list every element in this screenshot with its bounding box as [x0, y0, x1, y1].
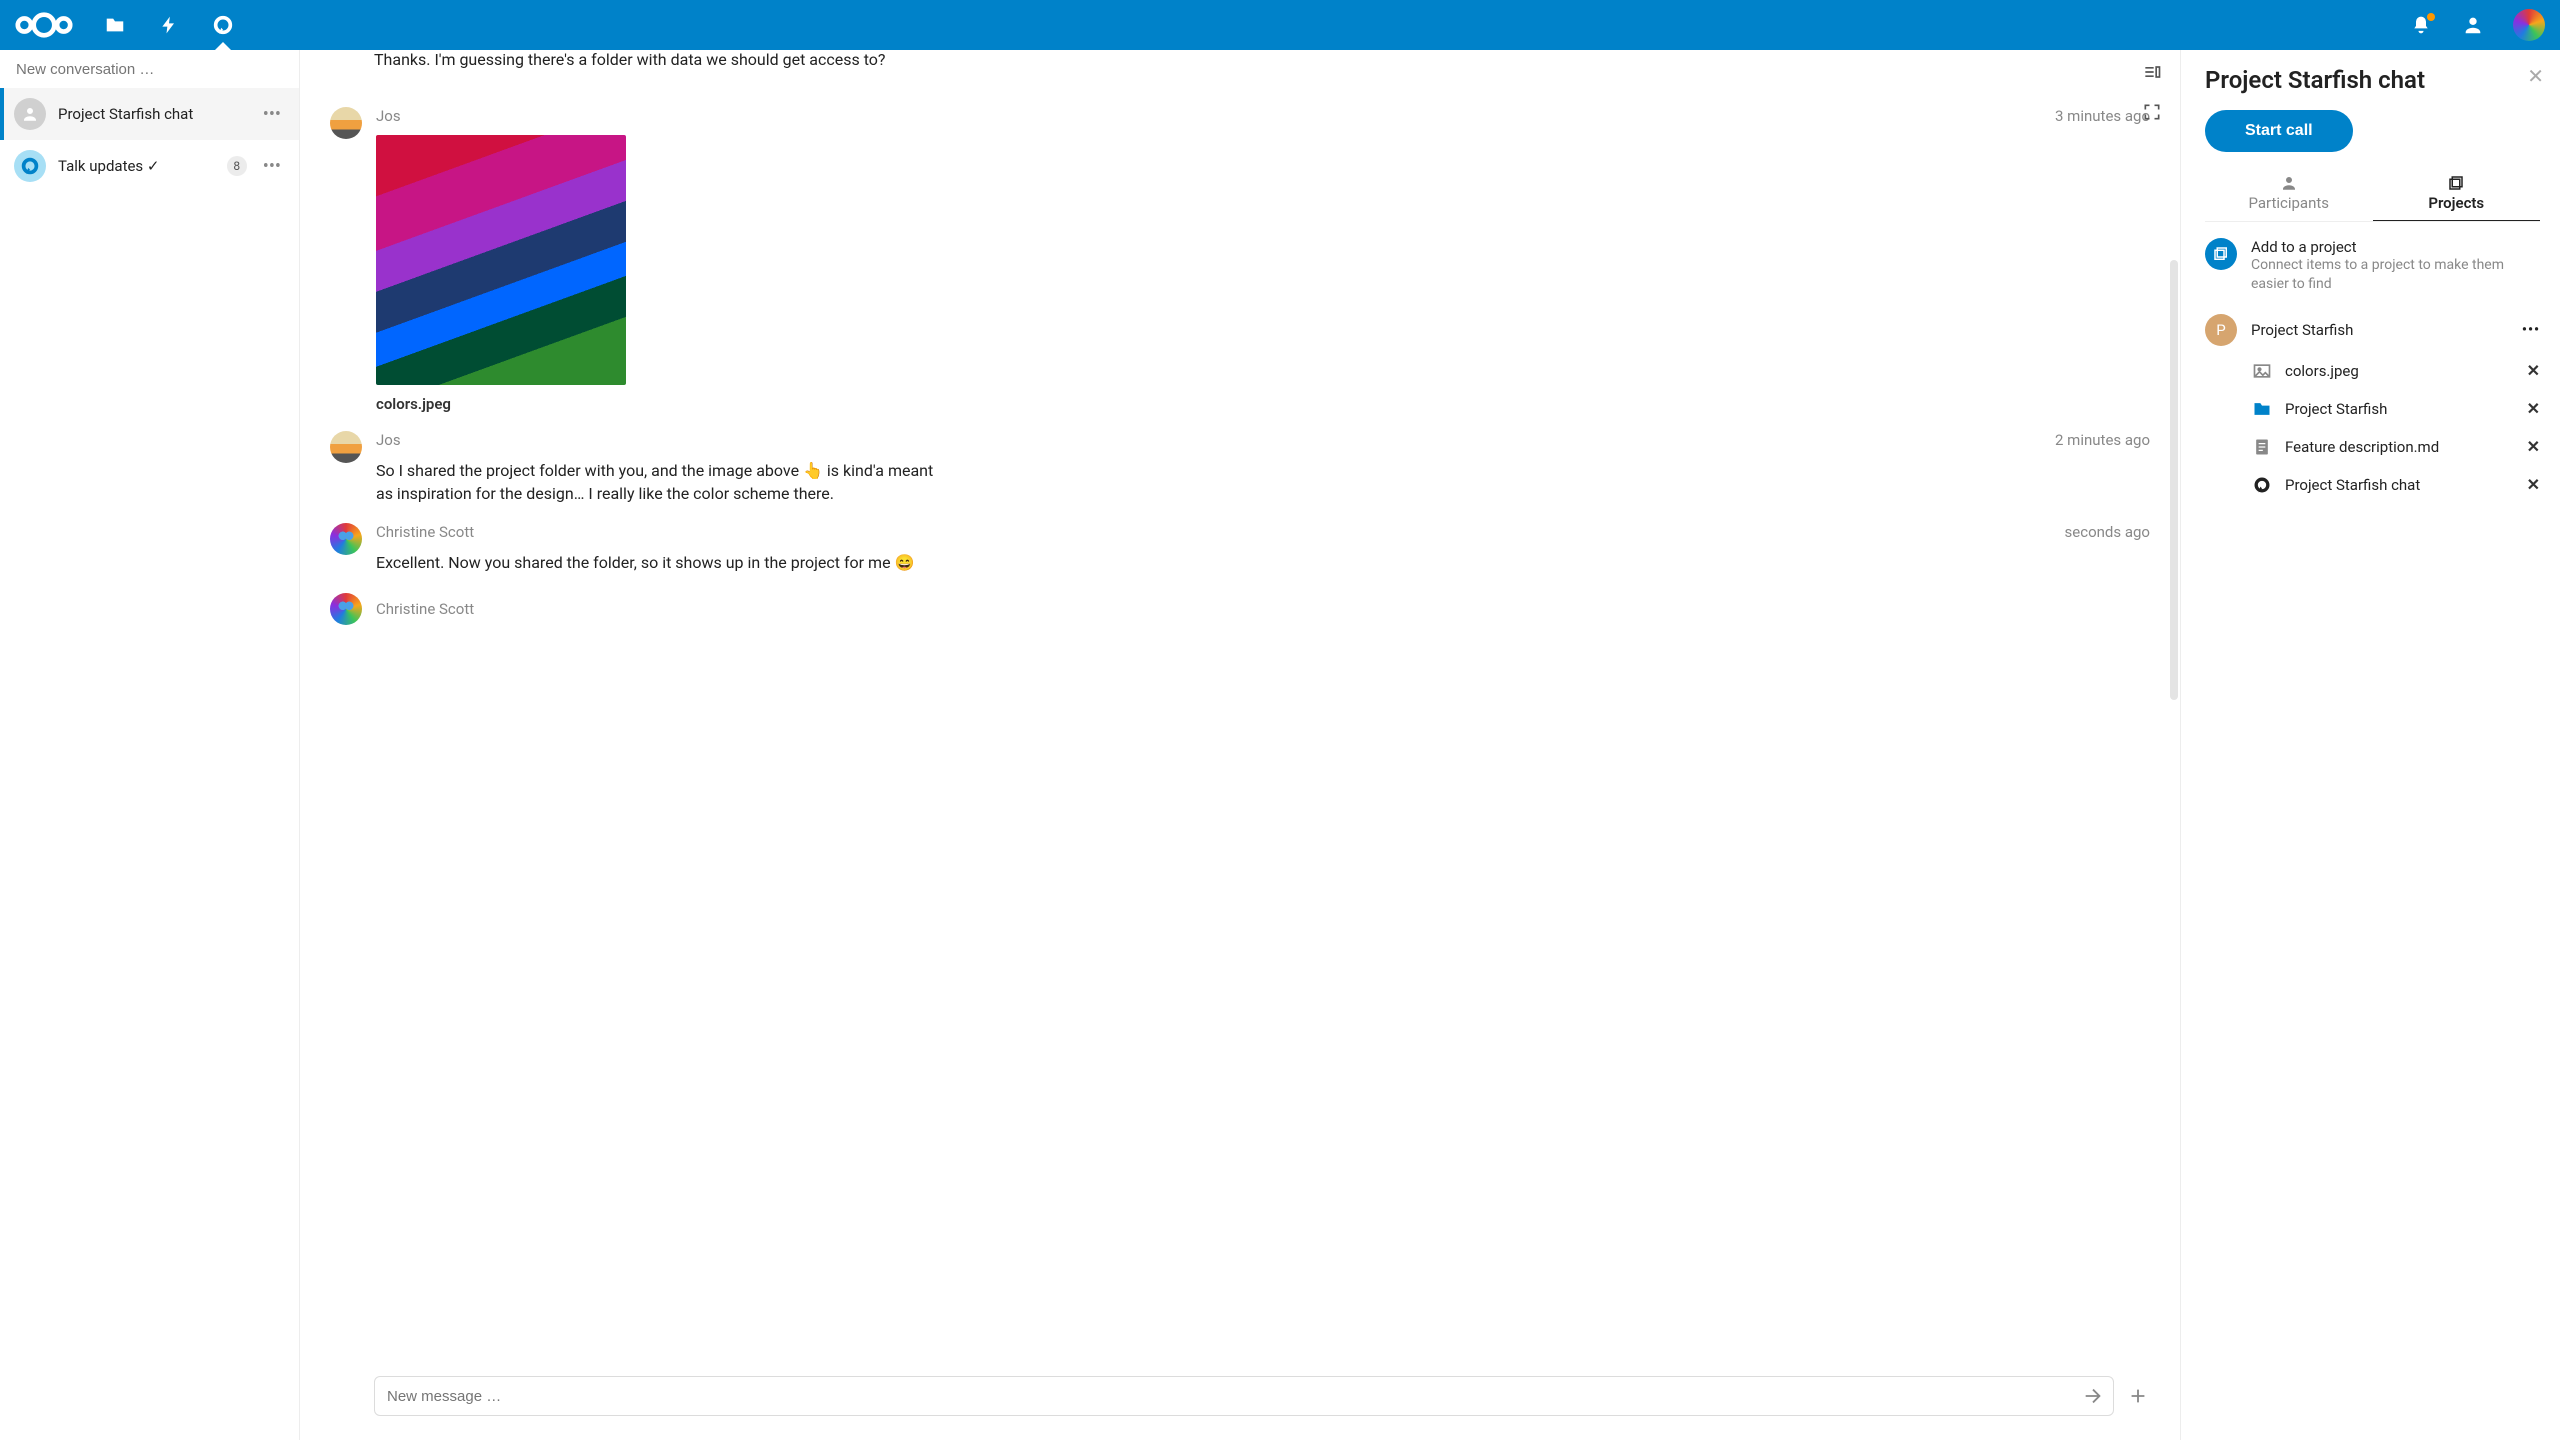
- author-avatar[interactable]: [330, 107, 362, 139]
- project-item-label: Project Starfish: [2285, 400, 2515, 418]
- new-conversation-input[interactable]: [16, 61, 283, 78]
- topbar-right: [2409, 9, 2545, 41]
- project-avatar: P: [2205, 314, 2237, 346]
- tab-label: Participants: [2248, 194, 2329, 212]
- conversation-menu-icon[interactable]: •••: [259, 104, 285, 125]
- project-item[interactable]: colors.jpeg ✕: [2251, 352, 2540, 390]
- author-avatar[interactable]: [330, 593, 362, 625]
- project-name: Project Starfish: [2251, 321, 2508, 339]
- project-item[interactable]: Project Starfish chat ✕: [2251, 466, 2540, 504]
- remove-icon[interactable]: ✕: [2527, 475, 2540, 494]
- details-tabs: Participants Projects: [2205, 174, 2540, 222]
- chat-actions: [2142, 62, 2164, 124]
- app-logo[interactable]: [15, 10, 73, 40]
- scrollbar[interactable]: [2170, 260, 2178, 700]
- message-author: Jos: [376, 431, 401, 449]
- message-input[interactable]: [387, 1388, 2081, 1405]
- project-item-label: Project Starfish chat: [2285, 476, 2515, 494]
- left-sidebar: Project Starfish chat ••• Talk updates ✓…: [0, 50, 300, 1440]
- attach-icon[interactable]: [2126, 1384, 2150, 1408]
- send-icon[interactable]: [2081, 1384, 2105, 1408]
- image-file-icon: [2251, 360, 2273, 382]
- message-author: Christine Scott: [376, 523, 474, 541]
- project-row[interactable]: P Project Starfish •••: [2205, 308, 2540, 352]
- conversation-item[interactable]: Talk updates ✓ 8 •••: [0, 140, 299, 192]
- top-bar: [0, 0, 2560, 50]
- remove-icon[interactable]: ✕: [2527, 437, 2540, 456]
- message-composer: [374, 1376, 2114, 1416]
- chat-main: Thanks. I'm guessing there's a folder wi…: [300, 50, 2180, 1440]
- chat-icon: [2251, 474, 2273, 496]
- image-preview[interactable]: [376, 135, 626, 385]
- project-item-label: Feature description.md: [2285, 438, 2515, 456]
- unread-badge: 8: [227, 156, 247, 176]
- message-block: Jos 2 minutes ago So I shared the project…: [330, 431, 2150, 505]
- group-avatar-icon: [14, 98, 46, 130]
- toggle-panel-icon[interactable]: [2142, 62, 2164, 84]
- tab-participants[interactable]: Participants: [2205, 174, 2373, 221]
- message-text: Excellent. Now you shared the folder, so…: [376, 551, 936, 574]
- contacts-icon[interactable]: [2461, 13, 2485, 37]
- details-panel: ✕ Project Starfish chat Start call Parti…: [2180, 50, 2560, 1440]
- talk-icon[interactable]: [211, 13, 235, 37]
- files-icon[interactable]: [103, 13, 127, 37]
- message-block: Christine Scott seconds ago Excellent. No…: [330, 523, 2150, 574]
- message-time: seconds ago: [2065, 523, 2150, 541]
- project-items: colors.jpeg ✕ Project Starfish ✕ Feature…: [2205, 352, 2540, 504]
- add-project-title: Add to a project: [2251, 238, 2540, 256]
- user-avatar[interactable]: [2513, 9, 2545, 41]
- message-block: Jos 3 minutes ago colors.jpeg: [330, 107, 2150, 413]
- start-call-button[interactable]: Start call: [2205, 110, 2353, 152]
- message-text: Thanks. I'm guessing there's a folder wi…: [330, 50, 2150, 89]
- message-text: So I shared the project folder with you,…: [376, 459, 936, 505]
- conversation-title: Talk updates ✓: [58, 157, 215, 175]
- conversation-list: Project Starfish chat ••• Talk updates ✓…: [0, 88, 299, 1440]
- close-icon[interactable]: ✕: [2527, 64, 2544, 88]
- typing-indicator: Christine Scott: [330, 593, 2150, 625]
- conversation-item[interactable]: Project Starfish chat •••: [0, 88, 299, 140]
- tab-label: Projects: [2428, 194, 2484, 212]
- composer-row: [300, 1376, 2180, 1440]
- message-time: 2 minutes ago: [2055, 431, 2150, 449]
- file-name: colors.jpeg: [376, 395, 2150, 413]
- message-author: Jos: [376, 107, 401, 125]
- message-list: Thanks. I'm guessing there's a folder wi…: [300, 50, 2180, 1376]
- nav-icons: [103, 13, 235, 37]
- conversation-menu-icon[interactable]: •••: [259, 156, 285, 177]
- remove-icon[interactable]: ✕: [2527, 361, 2540, 380]
- details-title: Project Starfish chat: [2205, 66, 2540, 94]
- talk-avatar-icon: [14, 150, 46, 182]
- message-time: 3 minutes ago: [2055, 107, 2150, 125]
- project-item[interactable]: Feature description.md ✕: [2251, 428, 2540, 466]
- author-avatar[interactable]: [330, 431, 362, 463]
- message-author: Christine Scott: [376, 600, 474, 618]
- notification-dot: [2427, 13, 2435, 21]
- notifications-icon[interactable]: [2409, 13, 2433, 37]
- remove-icon[interactable]: ✕: [2527, 399, 2540, 418]
- add-project-subtitle: Connect items to a project to make them …: [2251, 256, 2540, 294]
- document-icon: [2251, 436, 2273, 458]
- folder-icon: [2251, 398, 2273, 420]
- fullscreen-icon[interactable]: [2142, 102, 2164, 124]
- file-attachment[interactable]: colors.jpeg: [376, 135, 2150, 413]
- add-to-project[interactable]: Add to a project Connect items to a proj…: [2205, 222, 2540, 308]
- new-conversation-row: [0, 50, 299, 88]
- author-avatar[interactable]: [330, 523, 362, 555]
- project-item[interactable]: Project Starfish ✕: [2251, 390, 2540, 428]
- project-menu-icon[interactable]: •••: [2522, 322, 2540, 338]
- conversation-title: Project Starfish chat: [58, 105, 247, 123]
- link-icon: [2205, 238, 2237, 270]
- tab-projects[interactable]: Projects: [2373, 174, 2541, 221]
- project-item-label: colors.jpeg: [2285, 362, 2515, 380]
- activity-icon[interactable]: [157, 13, 181, 37]
